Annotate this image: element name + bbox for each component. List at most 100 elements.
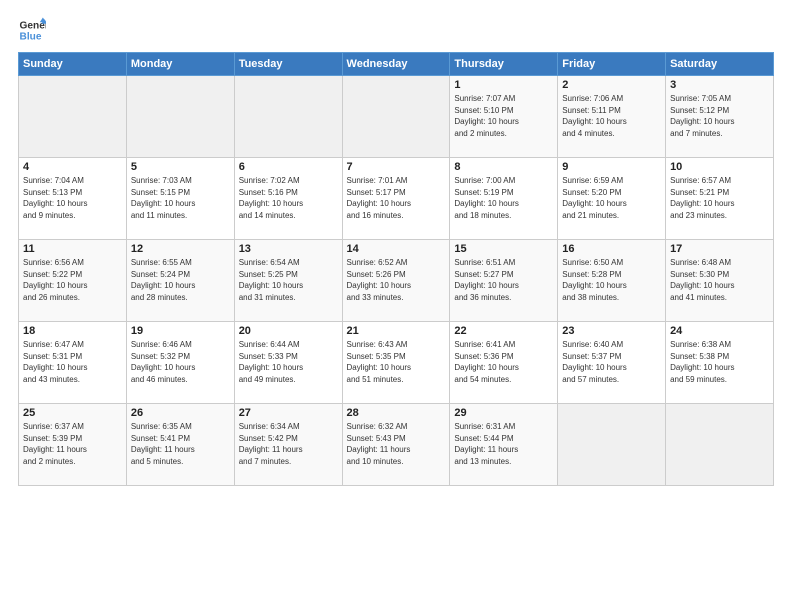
weekday-header-monday: Monday xyxy=(126,53,234,76)
day-info: Sunrise: 6:56 AM Sunset: 5:22 PM Dayligh… xyxy=(23,257,122,303)
svg-text:Blue: Blue xyxy=(20,31,42,42)
logo-icon: General Blue xyxy=(18,16,46,44)
weekday-header-wednesday: Wednesday xyxy=(342,53,450,76)
day-info: Sunrise: 7:03 AM Sunset: 5:15 PM Dayligh… xyxy=(131,175,230,221)
calendar-week-4: 18 Sunrise: 6:47 AM Sunset: 5:31 PM Dayli… xyxy=(19,322,774,404)
calendar-week-1: 1 Sunrise: 7:07 AM Sunset: 5:10 PM Daylig… xyxy=(19,76,774,158)
weekday-header-tuesday: Tuesday xyxy=(234,53,342,76)
table-row: 20 Sunrise: 6:44 AM Sunset: 5:33 PM Dayli… xyxy=(234,322,342,404)
table-row: 29 Sunrise: 6:31 AM Sunset: 5:44 PM Dayli… xyxy=(450,404,558,486)
table-row: 27 Sunrise: 6:34 AM Sunset: 5:42 PM Dayli… xyxy=(234,404,342,486)
table-row: 2 Sunrise: 7:06 AM Sunset: 5:11 PM Daylig… xyxy=(558,76,666,158)
table-row: 12 Sunrise: 6:55 AM Sunset: 5:24 PM Dayli… xyxy=(126,240,234,322)
day-info: Sunrise: 6:46 AM Sunset: 5:32 PM Dayligh… xyxy=(131,339,230,385)
day-info: Sunrise: 6:47 AM Sunset: 5:31 PM Dayligh… xyxy=(23,339,122,385)
day-number: 19 xyxy=(131,325,230,337)
day-number: 8 xyxy=(454,161,553,173)
table-row: 17 Sunrise: 6:48 AM Sunset: 5:30 PM Dayli… xyxy=(666,240,774,322)
table-row xyxy=(234,76,342,158)
table-row: 21 Sunrise: 6:43 AM Sunset: 5:35 PM Dayli… xyxy=(342,322,450,404)
day-number: 23 xyxy=(562,325,661,337)
day-number: 18 xyxy=(23,325,122,337)
day-info: Sunrise: 6:34 AM Sunset: 5:42 PM Dayligh… xyxy=(239,421,338,467)
day-info: Sunrise: 6:51 AM Sunset: 5:27 PM Dayligh… xyxy=(454,257,553,303)
table-row xyxy=(558,404,666,486)
day-number: 24 xyxy=(670,325,769,337)
day-info: Sunrise: 7:06 AM Sunset: 5:11 PM Dayligh… xyxy=(562,93,661,139)
calendar-week-5: 25 Sunrise: 6:37 AM Sunset: 5:39 PM Dayli… xyxy=(19,404,774,486)
table-row: 24 Sunrise: 6:38 AM Sunset: 5:38 PM Dayli… xyxy=(666,322,774,404)
day-info: Sunrise: 7:07 AM Sunset: 5:10 PM Dayligh… xyxy=(454,93,553,139)
day-number: 10 xyxy=(670,161,769,173)
table-row: 23 Sunrise: 6:40 AM Sunset: 5:37 PM Dayli… xyxy=(558,322,666,404)
day-info: Sunrise: 6:48 AM Sunset: 5:30 PM Dayligh… xyxy=(670,257,769,303)
page-header: General Blue xyxy=(18,16,774,44)
day-info: Sunrise: 7:01 AM Sunset: 5:17 PM Dayligh… xyxy=(347,175,446,221)
table-row: 14Sunrise: 6:52 AM Sunset: 5:26 PM Dayli… xyxy=(342,240,450,322)
day-info: Sunrise: 7:00 AM Sunset: 5:19 PM Dayligh… xyxy=(454,175,553,221)
table-row: 1 Sunrise: 7:07 AM Sunset: 5:10 PM Daylig… xyxy=(450,76,558,158)
weekday-header-row: SundayMondayTuesdayWednesdayThursdayFrid… xyxy=(19,53,774,76)
day-info: Sunrise: 6:59 AM Sunset: 5:20 PM Dayligh… xyxy=(562,175,661,221)
table-row xyxy=(666,404,774,486)
calendar-page: General Blue SundayMondayTuesdayWednesda… xyxy=(0,0,792,612)
table-row xyxy=(342,76,450,158)
day-number: 3 xyxy=(670,79,769,91)
day-number: 29 xyxy=(454,407,553,419)
day-number: 28 xyxy=(347,407,446,419)
day-info: Sunrise: 7:02 AM Sunset: 5:16 PM Dayligh… xyxy=(239,175,338,221)
day-number: 5 xyxy=(131,161,230,173)
day-number: 14 xyxy=(347,243,446,255)
day-number: 15 xyxy=(454,243,553,255)
day-number: 22 xyxy=(454,325,553,337)
day-info: Sunrise: 6:54 AM Sunset: 5:25 PM Dayligh… xyxy=(239,257,338,303)
day-number: 4 xyxy=(23,161,122,173)
table-row: 9 Sunrise: 6:59 AM Sunset: 5:20 PM Daylig… xyxy=(558,158,666,240)
day-number: 6 xyxy=(239,161,338,173)
table-row: 13 Sunrise: 6:54 AM Sunset: 5:25 PM Dayli… xyxy=(234,240,342,322)
table-row: 22Sunrise: 6:41 AM Sunset: 5:36 PM Dayli… xyxy=(450,322,558,404)
table-row xyxy=(126,76,234,158)
weekday-header-sunday: Sunday xyxy=(19,53,127,76)
table-row: 11 Sunrise: 6:56 AM Sunset: 5:22 PM Dayli… xyxy=(19,240,127,322)
day-number: 11 xyxy=(23,243,122,255)
table-row: 4Sunrise: 7:04 AM Sunset: 5:13 PM Daylig… xyxy=(19,158,127,240)
table-row: 16Sunrise: 6:50 AM Sunset: 5:28 PM Dayli… xyxy=(558,240,666,322)
day-info: Sunrise: 6:38 AM Sunset: 5:38 PM Dayligh… xyxy=(670,339,769,385)
day-number: 17 xyxy=(670,243,769,255)
day-info: Sunrise: 6:44 AM Sunset: 5:33 PM Dayligh… xyxy=(239,339,338,385)
table-row: 18 Sunrise: 6:47 AM Sunset: 5:31 PM Dayli… xyxy=(19,322,127,404)
day-number: 7 xyxy=(347,161,446,173)
calendar-table: SundayMondayTuesdayWednesdayThursdayFrid… xyxy=(18,52,774,486)
table-row: 10 Sunrise: 6:57 AM Sunset: 5:21 PM Dayli… xyxy=(666,158,774,240)
day-number: 1 xyxy=(454,79,553,91)
day-number: 25 xyxy=(23,407,122,419)
day-number: 12 xyxy=(131,243,230,255)
day-info: Sunrise: 6:35 AM Sunset: 5:41 PM Dayligh… xyxy=(131,421,230,467)
day-info: Sunrise: 6:55 AM Sunset: 5:24 PM Dayligh… xyxy=(131,257,230,303)
table-row: 26 Sunrise: 6:35 AM Sunset: 5:41 PM Dayli… xyxy=(126,404,234,486)
table-row: 3 Sunrise: 7:05 AM Sunset: 5:12 PM Daylig… xyxy=(666,76,774,158)
weekday-header-saturday: Saturday xyxy=(666,53,774,76)
logo: General Blue xyxy=(18,16,50,44)
day-info: Sunrise: 6:31 AM Sunset: 5:44 PM Dayligh… xyxy=(454,421,553,467)
weekday-header-friday: Friday xyxy=(558,53,666,76)
day-number: 20 xyxy=(239,325,338,337)
day-info: Sunrise: 7:05 AM Sunset: 5:12 PM Dayligh… xyxy=(670,93,769,139)
table-row: 8 Sunrise: 7:00 AM Sunset: 5:19 PM Daylig… xyxy=(450,158,558,240)
day-number: 26 xyxy=(131,407,230,419)
day-info: Sunrise: 6:37 AM Sunset: 5:39 PM Dayligh… xyxy=(23,421,122,467)
day-number: 2 xyxy=(562,79,661,91)
day-info: Sunrise: 6:40 AM Sunset: 5:37 PM Dayligh… xyxy=(562,339,661,385)
day-number: 27 xyxy=(239,407,338,419)
day-info: Sunrise: 6:43 AM Sunset: 5:35 PM Dayligh… xyxy=(347,339,446,385)
table-row: 5 Sunrise: 7:03 AM Sunset: 5:15 PM Daylig… xyxy=(126,158,234,240)
weekday-header-thursday: Thursday xyxy=(450,53,558,76)
day-number: 21 xyxy=(347,325,446,337)
day-number: 9 xyxy=(562,161,661,173)
day-number: 13 xyxy=(239,243,338,255)
table-row: 15 Sunrise: 6:51 AM Sunset: 5:27 PM Dayli… xyxy=(450,240,558,322)
day-info: Sunrise: 6:57 AM Sunset: 5:21 PM Dayligh… xyxy=(670,175,769,221)
table-row xyxy=(19,76,127,158)
day-number: 16 xyxy=(562,243,661,255)
